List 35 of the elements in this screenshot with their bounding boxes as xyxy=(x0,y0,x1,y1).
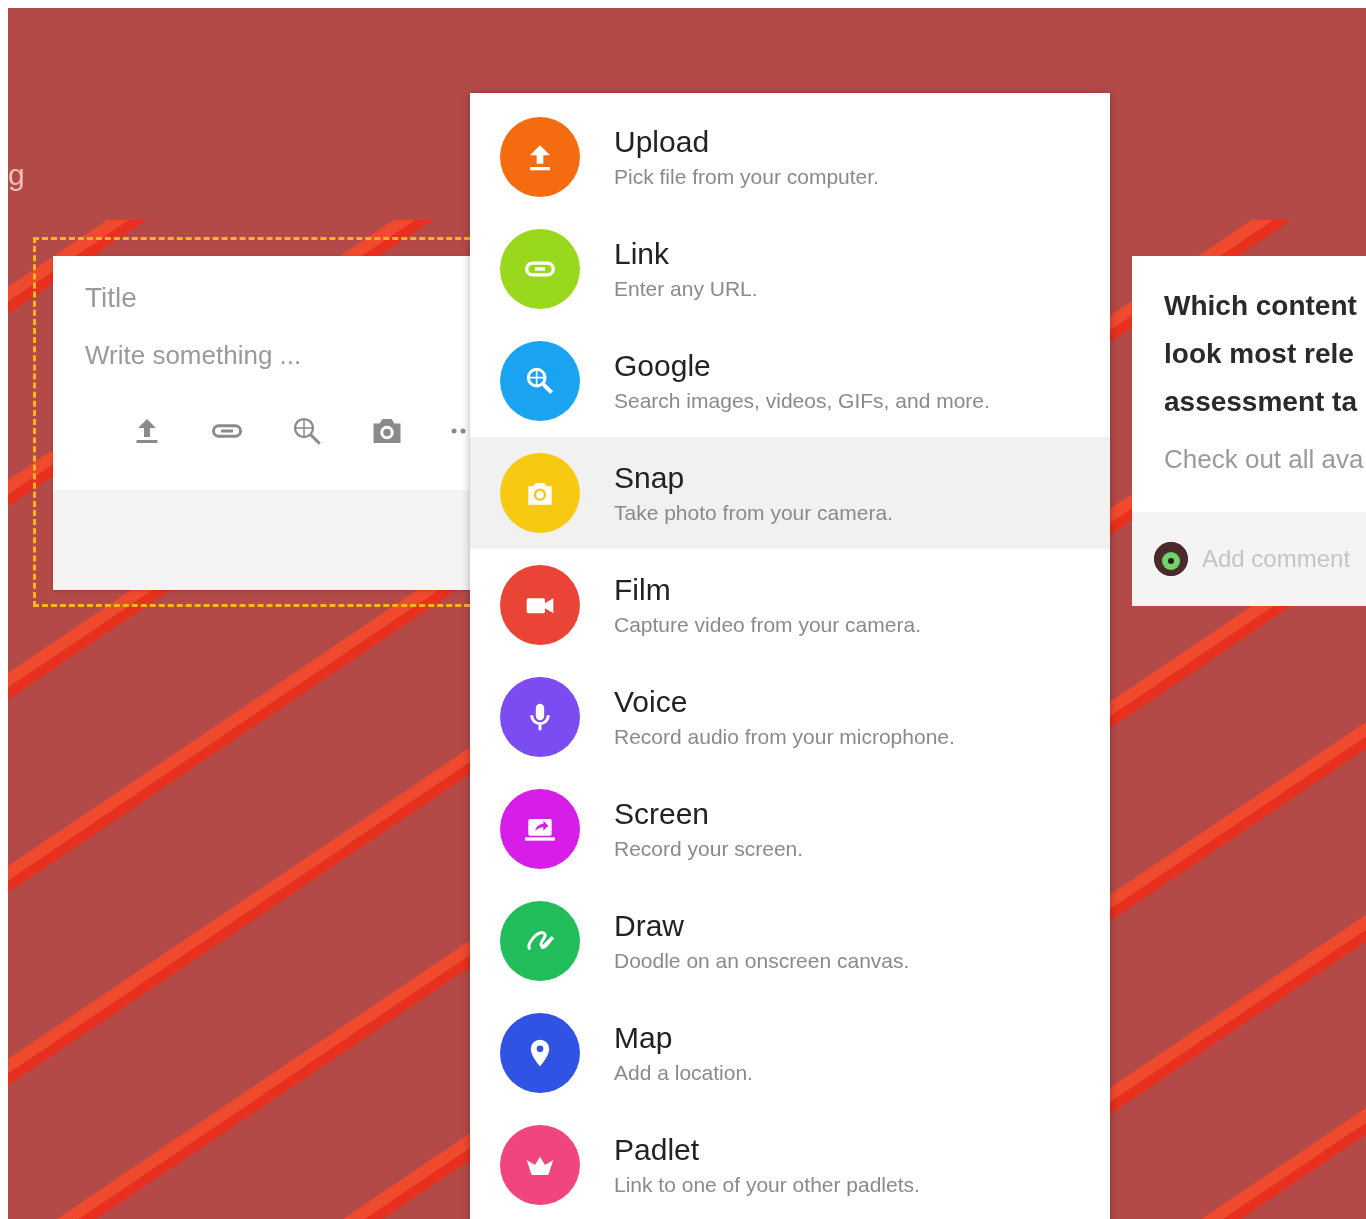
menu-item-description: Capture video from your camera. xyxy=(614,613,921,637)
menu-item[interactable]: Link Enter any URL. xyxy=(470,213,1110,325)
menu-item-description: Record audio from your microphone. xyxy=(614,725,955,749)
menu-item-title: Map xyxy=(614,1021,674,1055)
menu-item[interactable]: Snap Take photo from your camera. xyxy=(470,437,1110,549)
menu-item-title: Screen xyxy=(614,797,711,831)
menu-item[interactable]: Voice Record audio from your microphone. xyxy=(470,661,1110,773)
menu-item[interactable]: Map Add a location. xyxy=(470,997,1110,1109)
menu-item-title: Link xyxy=(614,237,671,271)
menu-item[interactable]: Padlet Link to one of your other padlets. xyxy=(470,1109,1110,1219)
menu-item[interactable]: Draw Doodle on an onscreen canvas. xyxy=(470,885,1110,997)
menu-item[interactable]: Screen Record your screen. xyxy=(470,773,1110,885)
menu-item-title: Padlet xyxy=(614,1133,701,1167)
avatar-icon xyxy=(1154,542,1188,576)
menu-item-description: Add a location. xyxy=(614,1061,753,1085)
post-title: Which content xyxy=(1164,289,1358,323)
menu-item-description: Pick file from your computer. xyxy=(614,165,879,189)
menu-item-description: Enter any URL. xyxy=(614,277,758,301)
menu-item-title: Voice xyxy=(614,685,689,719)
menu-item-description: Take photo from your camera. xyxy=(614,501,893,525)
menu-item-description: Search images, videos, GIFs, and more. xyxy=(614,389,990,413)
menu-item-description: Link to one of your other padlets. xyxy=(614,1173,920,1197)
menu-item-title: Film xyxy=(614,573,672,607)
menu-item-description: Record your screen. xyxy=(614,837,804,861)
board-title: g xyxy=(8,158,25,192)
menu-item-title: Draw xyxy=(614,909,685,943)
post-title: look most rele xyxy=(1164,337,1355,371)
menu-item[interactable]: Google Search images, videos, GIFs, and more. xyxy=(470,325,1110,437)
menu-item[interactable]: Upload Pick file from your computer. xyxy=(470,101,1110,213)
menu-item-title: Snap xyxy=(614,461,686,495)
menu-item-title: Upload xyxy=(614,125,711,159)
menu-item-title: Google xyxy=(614,349,712,383)
post-title: assessment ta xyxy=(1164,385,1359,419)
menu-item[interactable]: Film Capture video from your camera. xyxy=(470,549,1110,661)
menu-item-description: Doodle on an onscreen canvas. xyxy=(614,949,910,973)
